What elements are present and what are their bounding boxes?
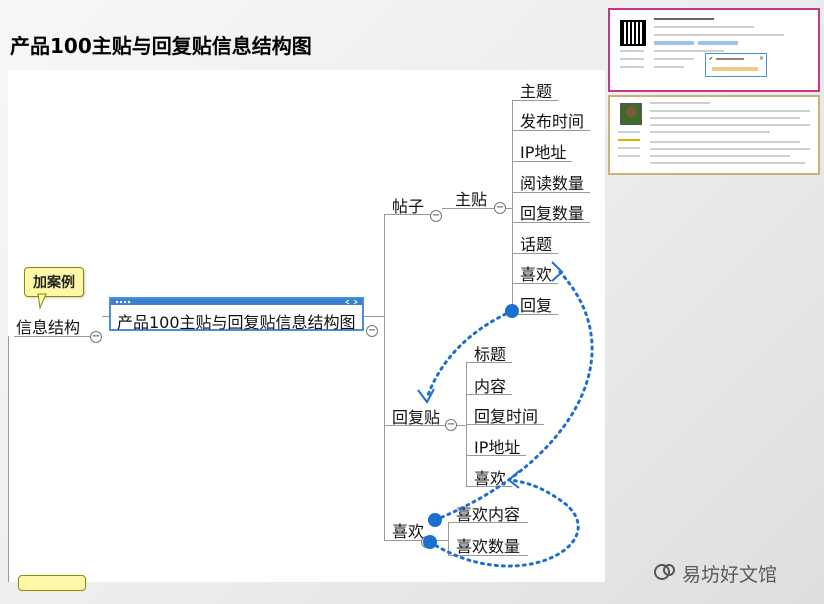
text-line <box>654 66 684 68</box>
text-line <box>654 18 714 20</box>
qr-code-icon <box>620 20 646 46</box>
text-line <box>618 131 640 133</box>
link-reply-to-reply-post <box>425 309 514 400</box>
text-line <box>654 26 754 28</box>
like-popup[interactable]: ✔ × <box>705 53 767 77</box>
text-line <box>654 58 694 60</box>
text-line <box>650 131 770 133</box>
link-like-to-reply-like <box>428 478 580 568</box>
popup-check-icon: ✔ <box>709 56 714 62</box>
text-line <box>618 139 640 141</box>
text-line <box>654 50 724 52</box>
watermark-logo-icon <box>654 564 675 580</box>
text-line <box>650 141 800 143</box>
text-line <box>618 155 640 157</box>
avatar <box>620 103 642 125</box>
text-line <box>712 67 758 71</box>
text-line <box>620 58 644 60</box>
text-line <box>650 162 805 164</box>
text-line <box>618 147 640 149</box>
text-line <box>650 110 810 112</box>
link-anchor-dot <box>505 304 519 318</box>
text-line <box>650 155 790 157</box>
text-line <box>698 41 738 45</box>
forum-main-post-thumbnail[interactable]: ✔ × <box>608 8 820 92</box>
text-line <box>650 117 800 119</box>
link-anchor-dot <box>423 535 437 549</box>
text-line <box>650 148 810 150</box>
text-line <box>620 50 644 52</box>
watermark-text: 易坊好文馆 <box>682 564 778 586</box>
arrowhead-icon <box>551 261 564 282</box>
forum-reply-thumbnail[interactable] <box>608 95 820 175</box>
arrowhead-icon <box>417 388 435 404</box>
text-line <box>650 124 810 126</box>
text-line <box>620 66 644 68</box>
link-anchor-dot <box>428 513 442 527</box>
text-line <box>650 102 710 104</box>
text-line <box>654 34 784 36</box>
close-icon[interactable]: × <box>759 55 764 62</box>
text-line <box>716 58 744 60</box>
text-line <box>654 41 694 45</box>
